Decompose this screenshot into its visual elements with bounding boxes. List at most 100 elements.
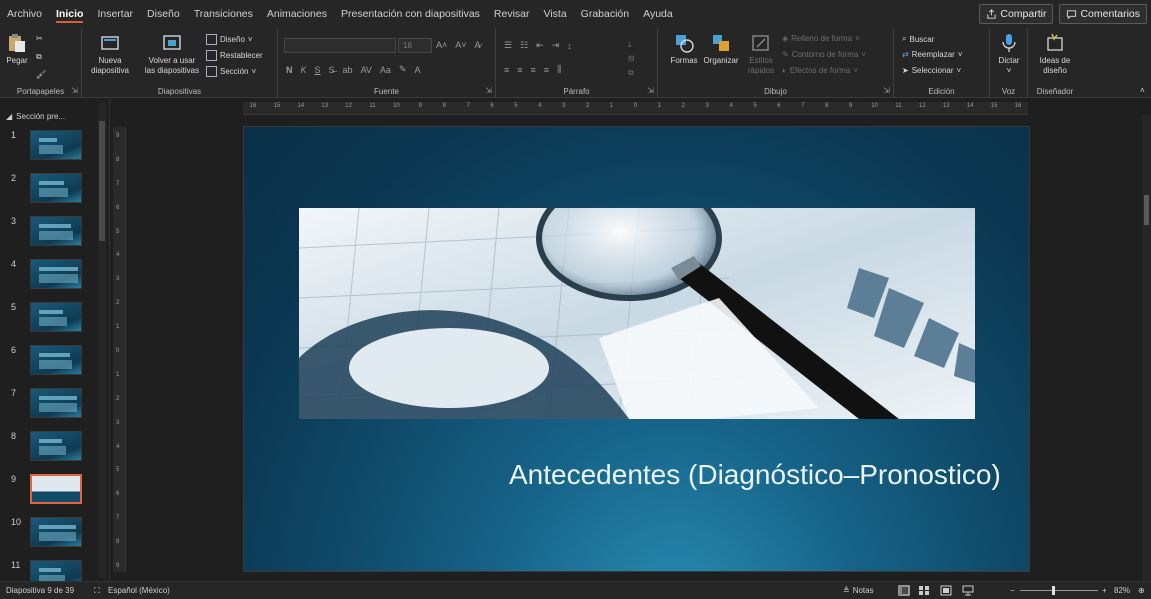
text-direction-icon[interactable]: ⤓ xyxy=(628,40,632,50)
slide-thumbnail[interactable]: 6 xyxy=(0,345,100,383)
shape-fill-button[interactable]: ◈ Relleno de forma ˅ xyxy=(782,34,860,43)
slide-thumbnail[interactable]: 9 xyxy=(0,474,100,512)
dictate-button[interactable]: Dictar ˅ xyxy=(996,32,1022,76)
tab-revisar[interactable]: Revisar xyxy=(487,0,537,28)
underline-icon[interactable]: S xyxy=(315,65,321,75)
slide-thumbnail[interactable]: 10 xyxy=(0,517,100,555)
zoom-slider[interactable] xyxy=(1020,590,1098,591)
slide-thumbnail[interactable]: 8 xyxy=(0,431,100,469)
zoom-out-icon[interactable]: − xyxy=(1010,586,1015,595)
columns-icon[interactable]: ⫼ xyxy=(557,64,561,75)
font-size-field[interactable]: 18 xyxy=(398,38,432,53)
cut-icon[interactable]: ✂ xyxy=(36,34,43,43)
thumbnails-scrollbar[interactable] xyxy=(98,103,106,578)
bullets-icon[interactable]: ☰ xyxy=(504,40,512,51)
strike-icon[interactable]: S̶ xyxy=(329,65,335,75)
increase-indent-icon[interactable]: ⇥ xyxy=(552,40,560,51)
slide-canvas[interactable]: Antecedentes (Diagnóstico–Pronostico) xyxy=(244,127,1029,571)
tab-vista[interactable]: Vista xyxy=(537,0,574,28)
tab-inicio[interactable]: Inicio xyxy=(49,0,90,28)
slide-thumbnail[interactable]: 3 xyxy=(0,216,100,254)
tab-diseno[interactable]: Diseño xyxy=(140,0,187,28)
dictate-dropdown-icon[interactable]: ˅ xyxy=(1007,66,1012,76)
clear-format-icon[interactable]: A̷ xyxy=(475,40,481,50)
normal-view-icon[interactable] xyxy=(898,585,910,596)
parrafo-launcher-icon[interactable]: ⇲ xyxy=(647,86,654,95)
accessibility-icon[interactable]: ⛶ xyxy=(94,586,100,596)
canvas-scrollbar[interactable] xyxy=(1142,115,1151,581)
reset-button[interactable]: Restablecer xyxy=(206,50,263,61)
design-ideas-button[interactable]: Ideas de diseño xyxy=(1034,32,1076,76)
slide-thumbnail[interactable]: 5 xyxy=(0,302,100,340)
arrange-button[interactable]: Organizar xyxy=(702,32,740,66)
slideshow-icon[interactable] xyxy=(962,585,974,596)
char-spacing-icon[interactable]: AV xyxy=(361,65,372,75)
shape-outline-button[interactable]: ✎ Contorno de forma ˅ xyxy=(782,50,866,59)
quick-styles-button[interactable]: Estilos rápidos xyxy=(744,32,778,76)
collapse-ribbon-icon[interactable]: ˄ xyxy=(1140,86,1145,95)
shapes-button[interactable]: Formas xyxy=(666,32,702,66)
format-painter-icon[interactable]: 🖌 xyxy=(36,70,46,79)
collapse-section-icon[interactable]: ◢ xyxy=(6,112,12,121)
group-dibujo: Formas Organizar Estilos rápidos ◈ Rellen… xyxy=(658,28,894,98)
zoom-slider-thumb[interactable] xyxy=(1052,586,1055,595)
slide-thumbnail[interactable]: 11 xyxy=(0,560,100,581)
slide-title[interactable]: Antecedentes (Diagnóstico–Pronostico) xyxy=(509,459,1001,491)
align-left-icon[interactable]: ≡ xyxy=(504,65,509,75)
find-button[interactable]: ⌕ Buscar xyxy=(902,34,934,44)
reuse-slides-button[interactable]: Volver a usar las diapositivas xyxy=(140,32,204,76)
bold-icon[interactable]: N xyxy=(286,65,293,75)
notes-button[interactable]: ≜ Notas xyxy=(843,586,874,595)
canvas-scroll-thumb[interactable] xyxy=(1144,195,1149,225)
align-text-icon[interactable]: ⊟ xyxy=(628,54,635,63)
new-slide-button[interactable]: Nueva diapositiva xyxy=(90,32,130,76)
shadow-icon[interactable]: ab xyxy=(343,65,353,75)
decrease-indent-icon[interactable]: ⇤ xyxy=(536,40,544,51)
reading-view-icon[interactable] xyxy=(940,585,952,596)
fit-slide-icon[interactable]: ⊕ xyxy=(1138,586,1145,595)
tab-animaciones[interactable]: Animaciones xyxy=(260,0,334,28)
paste-button[interactable]: Pegar xyxy=(6,32,28,66)
share-button[interactable]: Compartir xyxy=(979,4,1054,24)
align-center-icon[interactable]: ≡ xyxy=(517,65,522,75)
highlight-icon[interactable]: ✎ xyxy=(399,64,407,75)
tab-grabacion[interactable]: Grabación xyxy=(574,0,636,28)
justify-icon[interactable]: ≡ xyxy=(544,65,549,75)
layout-button[interactable]: Diseño ˅ xyxy=(206,34,253,45)
slide-thumbnail[interactable]: 7 xyxy=(0,388,100,426)
tab-ayuda[interactable]: Ayuda xyxy=(636,0,680,28)
tab-archivo[interactable]: Archivo xyxy=(0,0,49,28)
numbering-icon[interactable]: ☷ xyxy=(520,40,528,51)
portapapeles-launcher-icon[interactable]: ⇲ xyxy=(71,86,78,95)
replace-button[interactable]: ⇄ Reemplazar ˅ xyxy=(902,50,963,59)
font-color-icon[interactable]: A xyxy=(414,65,420,75)
slide-sorter-icon[interactable] xyxy=(918,585,930,596)
zoom-in-icon[interactable]: + xyxy=(1102,586,1107,595)
change-case-icon[interactable]: Aa xyxy=(380,65,391,75)
magnifier-chart-image[interactable] xyxy=(299,208,975,419)
copy-icon[interactable]: ⧉ xyxy=(36,52,42,62)
align-right-icon[interactable]: ≡ xyxy=(531,65,536,75)
italic-icon[interactable]: K xyxy=(301,65,307,75)
grow-font-icon[interactable]: A˄ xyxy=(436,40,447,50)
font-name-field[interactable] xyxy=(284,38,396,53)
tab-presentacion[interactable]: Presentación con diapositivas xyxy=(334,0,487,28)
fuente-launcher-icon[interactable]: ⇲ xyxy=(485,86,492,95)
zoom-level[interactable]: 82% xyxy=(1114,586,1130,595)
shrink-font-icon[interactable]: A˅ xyxy=(455,40,466,50)
dibujo-launcher-icon[interactable]: ⇲ xyxy=(883,86,890,95)
shape-effects-button[interactable]: ◐ Efectos de forma ˅ xyxy=(782,66,858,75)
tab-insertar[interactable]: Insertar xyxy=(90,0,140,28)
slide-thumbnail[interactable]: 4 xyxy=(0,259,100,297)
smartart-icon[interactable]: ⧉ xyxy=(628,68,634,78)
section-header[interactable]: ◢ Sección pre... xyxy=(6,112,65,121)
section-button[interactable]: Sección ˅ xyxy=(206,66,256,77)
comments-button[interactable]: Comentarios xyxy=(1059,4,1147,24)
slide-thumbnail[interactable]: 1 xyxy=(0,130,100,168)
line-spacing-icon[interactable]: ↕ xyxy=(567,41,572,51)
slide-thumbnail[interactable]: 2 xyxy=(0,173,100,211)
select-button[interactable]: ➤ Seleccionar ˅ xyxy=(902,66,961,75)
tab-transiciones[interactable]: Transiciones xyxy=(187,0,260,28)
thumbnails-scroll-thumb[interactable] xyxy=(99,121,105,241)
language-indicator[interactable]: Español (México) xyxy=(108,586,170,595)
